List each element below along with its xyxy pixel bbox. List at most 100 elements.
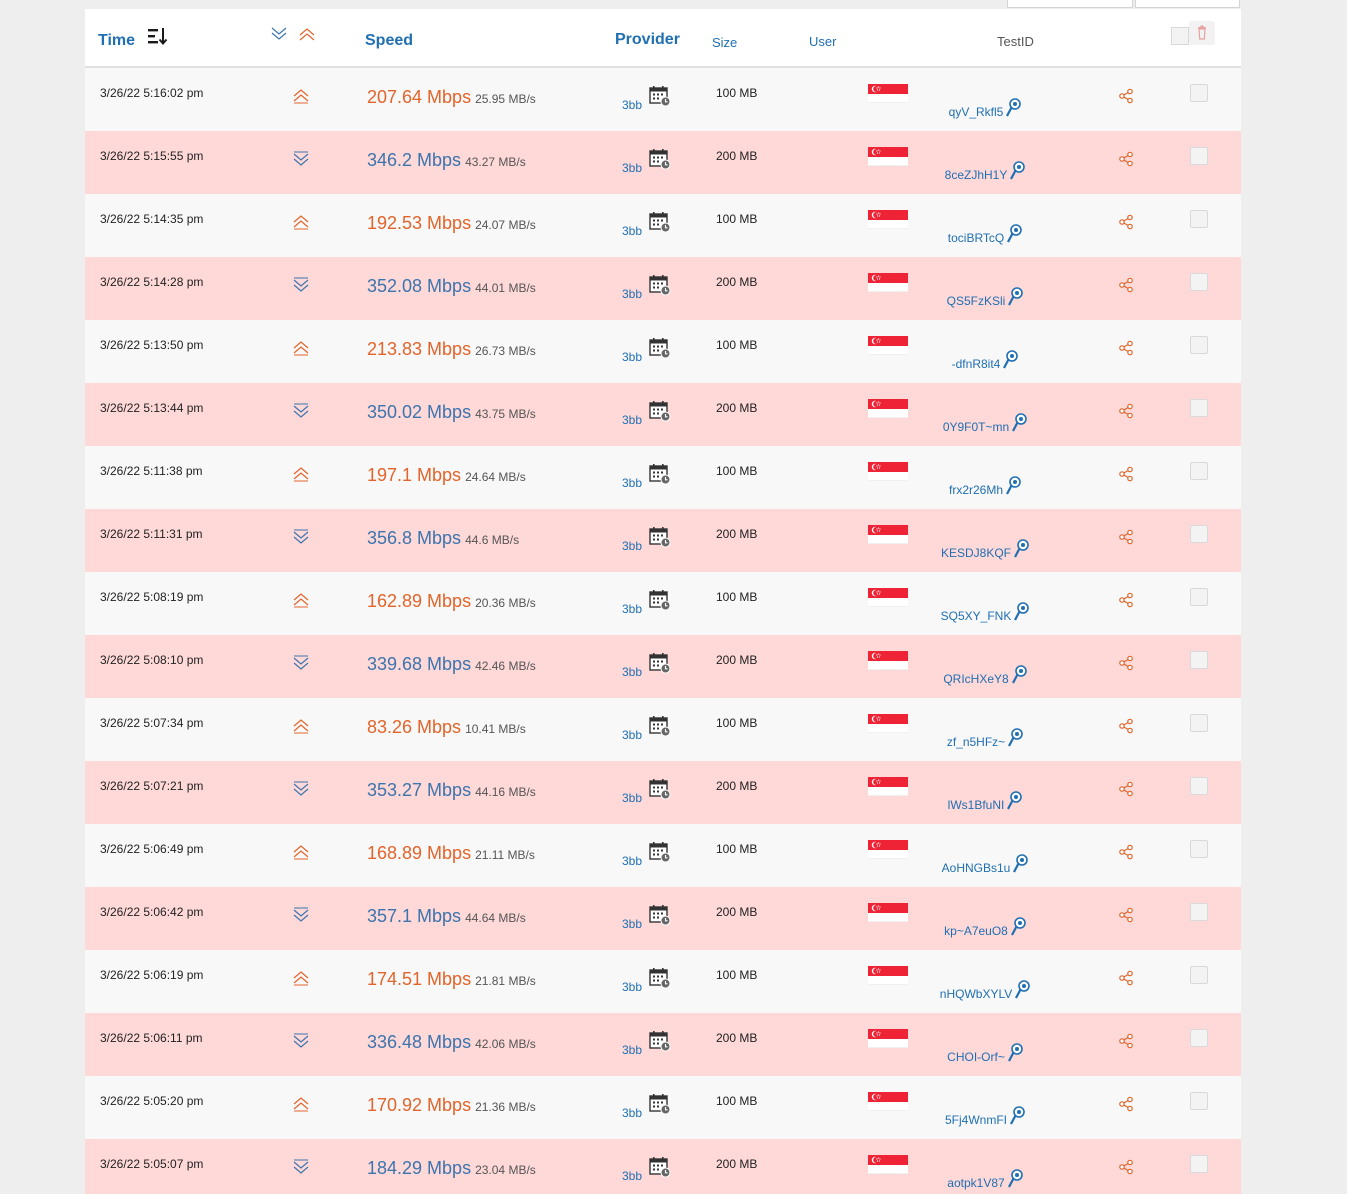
row-testid[interactable]: kp~A7euO8 [885,917,1085,938]
row-testid-link[interactable]: lWs1BfuNI [948,798,1005,812]
calendar-clock-icon[interactable] [649,1093,671,1115]
filter-download-icon[interactable] [270,26,288,42]
sort-icon[interactable] [147,27,169,47]
magnifier-icon[interactable] [1013,539,1029,559]
row-checkbox[interactable] [1190,588,1208,606]
table-row[interactable]: 3/26/22 5:05:20 pm 170.92 Mbps 21.36 MB/s 3… [85,1076,1241,1139]
filter-upload-icon[interactable] [298,26,316,42]
calendar-clock-icon[interactable] [649,400,671,422]
row-testid-link[interactable]: KESDJ8KQF [941,546,1011,560]
table-row[interactable]: 3/26/22 5:14:28 pm 352.08 Mbps 44.01 MB/s 3… [85,257,1241,320]
select-all-checkbox[interactable] [1171,27,1189,45]
share-icon[interactable] [1118,340,1134,356]
table-row[interactable]: 3/26/22 5:11:31 pm 356.8 Mbps 44.6 MB/s 3bb… [85,509,1241,572]
row-testid[interactable]: QS5FzKSli [885,287,1085,308]
table-row[interactable]: 3/26/22 5:14:35 pm 192.53 Mbps 24.07 MB/s 3… [85,194,1241,257]
row-checkbox[interactable] [1190,1155,1208,1173]
row-testid-link[interactable]: kp~A7euO8 [944,924,1008,938]
row-testid-link[interactable]: qyV_Rkfl5 [949,105,1004,119]
row-provider[interactable]: 3bb [622,161,642,175]
table-row[interactable]: 3/26/22 5:05:07 pm 184.29 Mbps 23.04 MB/s 3… [85,1139,1241,1194]
row-provider[interactable]: 3bb [622,854,642,868]
row-testid[interactable]: frx2r26Mh [885,476,1085,497]
calendar-clock-icon[interactable] [649,337,671,359]
row-testid-link[interactable]: CHOI-Orf~ [947,1050,1005,1064]
row-provider[interactable]: 3bb [622,980,642,994]
row-provider[interactable]: 3bb [622,1169,642,1183]
row-checkbox[interactable] [1190,777,1208,795]
row-checkbox[interactable] [1190,84,1208,102]
row-testid-link[interactable]: QRIcHXeY8 [943,672,1008,686]
header-speed[interactable]: Speed [365,32,413,50]
header-time[interactable]: Time [98,32,135,50]
top-toolbar-box-left[interactable] [1007,0,1133,8]
magnifier-icon[interactable] [1007,287,1024,307]
row-checkbox[interactable] [1190,147,1208,165]
header-user[interactable]: User [809,34,836,49]
calendar-clock-icon[interactable] [649,841,671,863]
row-testid[interactable]: QRIcHXeY8 [885,665,1085,686]
magnifier-icon[interactable] [1010,917,1026,937]
row-testid-link[interactable]: tociBRTcQ [948,231,1004,245]
share-icon[interactable] [1118,655,1134,671]
row-checkbox[interactable] [1190,651,1208,669]
row-checkbox[interactable] [1190,903,1208,921]
top-toolbar-box-right[interactable] [1135,0,1240,8]
magnifier-icon[interactable] [1014,980,1031,1000]
row-testid[interactable]: qyV_Rkfl5 [885,98,1085,119]
row-testid-link[interactable]: frx2r26Mh [949,483,1003,497]
share-icon[interactable] [1118,529,1134,545]
row-provider[interactable]: 3bb [622,1043,642,1057]
table-row[interactable]: 3/26/22 5:08:19 pm 162.89 Mbps 20.36 MB/s 3… [85,572,1241,635]
share-icon[interactable] [1118,151,1134,167]
table-row[interactable]: 3/26/22 5:06:49 pm 168.89 Mbps 21.11 MB/s 3… [85,824,1241,887]
row-testid-link[interactable]: zf_n5HFz~ [947,735,1005,749]
row-testid[interactable]: SQ5XY_FNK [885,602,1085,623]
share-icon[interactable] [1118,403,1134,419]
row-checkbox[interactable] [1190,840,1208,858]
row-testid[interactable]: 5Fj4WnmFI [885,1106,1085,1127]
row-provider[interactable]: 3bb [622,287,642,301]
calendar-clock-icon[interactable] [649,1156,671,1178]
share-icon[interactable] [1118,592,1134,608]
magnifier-icon[interactable] [1009,161,1026,181]
share-icon[interactable] [1118,1159,1134,1175]
table-row[interactable]: 3/26/22 5:11:38 pm 197.1 Mbps 24.64 MB/s 3b… [85,446,1241,509]
row-provider[interactable]: 3bb [622,791,642,805]
row-provider[interactable]: 3bb [622,728,642,742]
row-provider[interactable]: 3bb [622,224,642,238]
share-icon[interactable] [1118,970,1134,986]
table-row[interactable]: 3/26/22 5:07:34 pm 83.26 Mbps 10.41 MB/s 3b… [85,698,1241,761]
row-provider[interactable]: 3bb [622,602,642,616]
row-testid-link[interactable]: aotpk1V87 [947,1176,1004,1190]
calendar-clock-icon[interactable] [649,85,671,107]
share-icon[interactable] [1118,844,1134,860]
share-icon[interactable] [1118,718,1134,734]
row-checkbox[interactable] [1190,462,1208,480]
calendar-clock-icon[interactable] [649,652,671,674]
row-provider[interactable]: 3bb [622,917,642,931]
row-checkbox[interactable] [1190,714,1208,732]
row-testid[interactable]: -dfnR8it4 [885,350,1085,371]
row-checkbox[interactable] [1190,1029,1208,1047]
row-provider[interactable]: 3bb [622,539,642,553]
magnifier-icon[interactable] [1007,1043,1023,1063]
calendar-clock-icon[interactable] [649,589,671,611]
row-testid[interactable]: nHQWbXYLV [885,980,1085,1001]
row-testid-link[interactable]: nHQWbXYLV [940,987,1012,1001]
row-provider[interactable]: 3bb [622,1106,642,1120]
magnifier-icon[interactable] [1006,791,1023,811]
row-testid[interactable]: zf_n5HFz~ [885,728,1085,749]
calendar-clock-icon[interactable] [649,1030,671,1052]
table-row[interactable]: 3/26/22 5:06:42 pm 357.1 Mbps 44.64 MB/s 3b… [85,887,1241,950]
row-testid-link[interactable]: SQ5XY_FNK [941,609,1012,623]
share-icon[interactable] [1118,1033,1134,1049]
magnifier-icon[interactable] [1011,665,1027,685]
table-row[interactable]: 3/26/22 5:15:55 pm 346.2 Mbps 43.27 MB/s 3b… [85,131,1241,194]
share-icon[interactable] [1118,88,1134,104]
table-row[interactable]: 3/26/22 5:13:44 pm 350.02 Mbps 43.75 MB/s 3… [85,383,1241,446]
share-icon[interactable] [1118,214,1134,230]
row-testid-link[interactable]: QS5FzKSli [947,294,1006,308]
header-size[interactable]: Size [712,35,737,50]
row-testid-link[interactable]: 5Fj4WnmFI [945,1113,1007,1127]
